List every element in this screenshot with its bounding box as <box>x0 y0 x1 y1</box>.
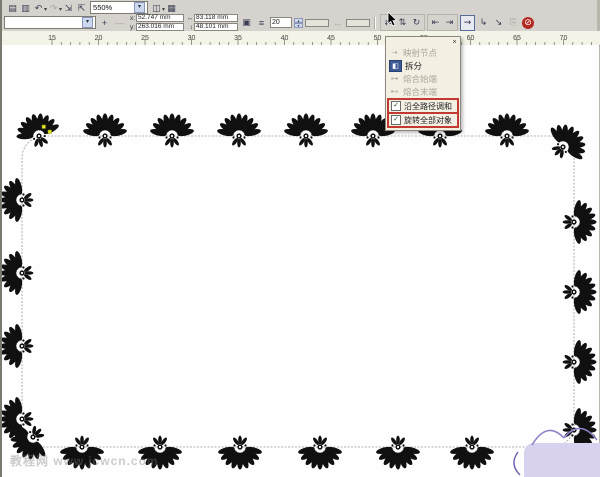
flyout-checkbox-row[interactable]: ✓ 旋转全部对象 <box>387 114 459 128</box>
fan-ornament[interactable] <box>562 339 597 385</box>
lock-ratio-icon[interactable]: ▣ <box>240 17 253 29</box>
flyout-item-label: 熔合始端 <box>403 73 438 84</box>
steps-spinner[interactable]: ▴ ▾ <box>294 17 303 28</box>
fan-ornament[interactable] <box>2 323 34 369</box>
fan-ornament[interactable] <box>82 113 128 148</box>
fan-ornament[interactable] <box>562 199 597 245</box>
blend-steps-field[interactable]: 20 <box>270 17 292 28</box>
height-field[interactable]: 48.101 mm <box>194 23 238 31</box>
drawing-canvas[interactable] <box>2 45 599 477</box>
object-position-fields: x: 52.747 mm y: 263.016 mm <box>128 14 184 31</box>
preset-combo[interactable]: ▾ <box>4 16 96 29</box>
split-icon: ◧ <box>389 59 402 72</box>
x-position-field[interactable]: 52.747 mm <box>136 14 184 22</box>
fan-ornament[interactable] <box>149 113 195 148</box>
export-icon[interactable]: ⇱ <box>75 3 88 15</box>
checkbox-icon[interactable]: ✓ <box>391 115 401 125</box>
center-anchor-icon[interactable]: + <box>98 17 111 29</box>
fan-ornament[interactable] <box>217 435 263 470</box>
flyout-items: ⇢ 映射节点 ◧ 拆分 ⊶ 熔合始端 ⊷ 熔合末端 <box>386 46 460 98</box>
end-object-icon[interactable]: ⇥ <box>443 17 456 29</box>
clear-blend-icon[interactable]: ⊘ <box>522 16 534 29</box>
checkbox-label: 旋转全部对象 <box>404 115 452 125</box>
flyout-item-fuse-end: ⊷ 熔合末端 <box>386 85 460 98</box>
x-label: x: <box>129 14 135 22</box>
fan-ornament[interactable] <box>297 435 343 470</box>
fan-ornament[interactable] <box>283 113 329 148</box>
close-icon[interactable]: × <box>450 38 459 47</box>
standard-toolbar: ▤ ▥ ↶ ▾ ↷ ▾ ⇲ ⇱ 550% ▾ ◫▾ ▦ <box>2 0 597 14</box>
y-label: y: <box>129 23 135 31</box>
path-group: ↳ ↘ ⎘ <box>477 17 520 29</box>
blend-direction-icon[interactable]: ↻ <box>410 17 423 29</box>
blend-spacing-field-disabled <box>305 18 329 27</box>
mouse-cursor-icon <box>387 12 398 27</box>
start-object-icon[interactable]: ⇤ <box>429 17 442 29</box>
import-icon[interactable]: ⇲ <box>62 3 75 15</box>
flyout-item-label: 熔合末端 <box>403 86 438 97</box>
start-node-marker[interactable] <box>41 124 46 129</box>
zoom-level-combo[interactable]: 550% ▾ <box>90 0 149 14</box>
watermark-text: 教程网 www.jcwcn.com <box>10 454 159 468</box>
fan-ornament[interactable] <box>562 269 597 315</box>
width-field[interactable]: 83.118 mm <box>194 14 238 22</box>
flyout-header: × <box>386 37 460 46</box>
blend-angle-field-disabled <box>346 18 370 27</box>
flyout-checkbox-row[interactable]: ✓ 沿全路径调和 <box>387 98 459 114</box>
fan-ornament[interactable] <box>2 177 34 223</box>
fan-ornament[interactable] <box>538 115 595 172</box>
flyout-item-label: 映射节点 <box>403 47 438 58</box>
copy-icon[interactable]: ▤ <box>6 3 19 15</box>
fan-ornament[interactable] <box>449 435 495 470</box>
checkbox-label: 沿全路径调和 <box>404 101 452 111</box>
copy-blend-icon: ⎘ <box>509 17 518 27</box>
map-nodes-icon: ⇢ <box>391 48 398 57</box>
horizontal-ruler[interactable]: 152025303540455055606570 <box>2 31 600 46</box>
start-node-marker[interactable] <box>47 129 52 134</box>
blend-steps-icon: ≡ <box>258 17 265 28</box>
object-size-fields: ↔ 83.118 mm ↕ 48.101 mm <box>186 14 238 31</box>
zoom-level-value: 550% <box>93 2 113 12</box>
misc-blend-options-flyout: × ⇢ 映射节点 ◧ 拆分 ⊶ 熔合始端 ⊷ 熔合末端 ✓ 沿全路径调和 ✓ 旋转全部对象 <box>385 36 461 131</box>
flyout-item-label: 拆分 <box>405 60 423 71</box>
purple-sketch-lines <box>513 427 598 476</box>
spacing-arrow-icon: ↔ <box>333 17 342 28</box>
snap-grid-icon[interactable]: ▦ <box>165 3 178 15</box>
checkbox-icon[interactable]: ✓ <box>391 101 401 111</box>
fan-ornament[interactable] <box>2 250 34 296</box>
path-properties-icon[interactable]: ↳ <box>477 17 490 29</box>
app-window: { "toolbar_top": { "zoom_value": "550%",… <box>0 0 600 477</box>
flyout-item-map-nodes: ⇢ 映射节点 <box>386 46 460 59</box>
paste-icon[interactable]: ▥ <box>19 3 32 15</box>
chevron-down-icon[interactable]: ▾ <box>134 1 146 13</box>
separator <box>374 16 376 29</box>
misc-blend-options-button[interactable]: ⇝ <box>460 14 475 31</box>
dash-icon: — <box>115 17 124 28</box>
new-path-icon[interactable]: ↘ <box>492 17 505 29</box>
flyout-checkboxes: ✓ 沿全路径调和 ✓ 旋转全部对象 <box>386 98 460 130</box>
fan-ornament[interactable] <box>484 113 530 148</box>
chevron-down-icon[interactable]: ▾ <box>82 17 93 28</box>
fan-ornament[interactable] <box>11 108 64 153</box>
fan-ornament[interactable] <box>375 435 421 470</box>
start-end-group: ⇤ ⇥ <box>427 14 458 31</box>
fuse-end-icon: ⊷ <box>390 87 399 96</box>
fuse-start-icon: ⊶ <box>390 74 399 83</box>
y-position-field[interactable]: 263.016 mm <box>136 23 184 31</box>
fan-ornament[interactable] <box>216 113 262 148</box>
fan-ornament[interactable] <box>2 396 34 442</box>
blend-property-bar: ▾ + — x: 52.747 mm y: 263.016 mm ↔ 83.11… <box>2 14 597 32</box>
blend-artwork <box>2 108 597 470</box>
flyout-item-split[interactable]: ◧ 拆分 <box>386 59 460 72</box>
flyout-item-fuse-start: ⊶ 熔合始端 <box>386 72 460 85</box>
